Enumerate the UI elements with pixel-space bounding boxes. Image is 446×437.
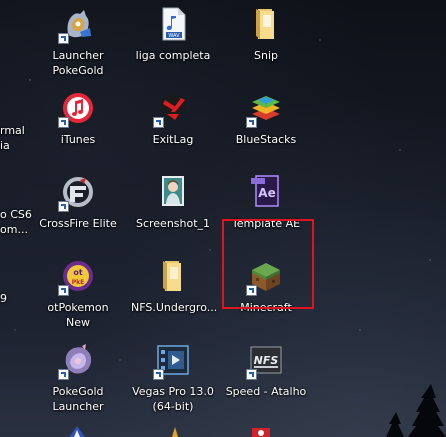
desktop-file-liga-completa[interactable]: WAV liga completa [131, 6, 215, 63]
wallpaper-tree-silhouette [386, 384, 446, 437]
after-effects-icon: Ae [248, 174, 284, 210]
shortcut-arrow-icon [153, 117, 164, 128]
desktop-shortcut-launcher-pokegold[interactable]: Launcher PokeGold [36, 6, 120, 78]
desktop-item-label: NFS.Undergro... [131, 301, 218, 314]
otpokemon-icon: ot PkE [58, 258, 96, 296]
svg-text:PkE: PkE [72, 279, 85, 286]
desktop-item-label: PokeGold Launcher [52, 385, 104, 413]
crossfire-icon [58, 174, 96, 212]
desktop-shortcut-vegas-pro[interactable]: Vegas Pro 13.0 (64-bit) [131, 342, 215, 414]
itunes-icon [58, 90, 96, 128]
desktop-item-label: Vegas Pro 13.0 (64-bit) [132, 385, 214, 413]
desktop-item-label: BlueStacks [235, 133, 297, 146]
nfs-icon: NFS [246, 342, 284, 380]
exitlag-icon [153, 90, 191, 128]
shortcut-arrow-icon [58, 369, 69, 380]
desktop-shortcut-pokegold-launcher[interactable]: PokeGold Launcher [36, 342, 120, 414]
shortcut-arrow-icon [246, 117, 257, 128]
desktop-item-label: Launcher PokeGold [52, 49, 104, 77]
desktop-folder-nfs-underground[interactable]: NFS.Undergro... [131, 258, 218, 315]
svg-text:NFS: NFS [254, 354, 279, 367]
partial-next-row-icon[interactable] [66, 424, 88, 437]
minecraft-selection-highlight [222, 219, 314, 309]
desktop-shortcut-crossfire-elite[interactable]: CrossFire Elite [36, 174, 120, 231]
desktop-item-label: liga completa [135, 49, 211, 62]
desktop-shortcut-bluestacks[interactable]: BlueStacks [224, 90, 308, 147]
desktop-shortcut-otpokemon-new[interactable]: ot PkE otPokemon New [36, 258, 120, 330]
offscreen-item-label[interactable]: rmal ia [0, 123, 25, 153]
desktop-shortcut-itunes[interactable]: iTunes [36, 90, 120, 147]
offscreen-item-label[interactable]: o CS6 om... [0, 207, 32, 237]
shortcut-arrow-icon [58, 201, 69, 212]
image-file-icon [155, 174, 191, 210]
offscreen-item-label[interactable]: 9 [0, 291, 7, 306]
wav-file-icon: WAV [155, 6, 191, 42]
partial-next-row-icon[interactable] [164, 424, 186, 437]
desktop-folder-snip[interactable]: Snip [224, 6, 308, 63]
partial-next-row-icon[interactable] [250, 424, 272, 437]
svg-text:ot: ot [73, 268, 82, 277]
folder-icon [248, 6, 284, 42]
shortcut-arrow-icon [153, 369, 164, 380]
pokegold-launcher-icon [58, 342, 96, 380]
pokegold-launcher-icon [58, 6, 96, 44]
desktop-file-screenshot-1[interactable]: Screenshot_1 [131, 174, 215, 231]
desktop-item-label: otPokemon New [47, 301, 109, 329]
folder-icon [155, 258, 191, 294]
bluestacks-icon [246, 90, 284, 128]
shortcut-arrow-icon [58, 117, 69, 128]
svg-text:Ae: Ae [258, 186, 275, 200]
svg-text:WAV: WAV [168, 33, 180, 39]
shortcut-arrow-icon [58, 285, 69, 296]
desktop-item-label: Speed - Atalho [225, 385, 307, 398]
vegas-pro-icon [153, 342, 191, 380]
desktop-shortcut-speed-atalho[interactable]: NFS Speed - Atalho [224, 342, 308, 399]
desktop-item-label: iTunes [60, 133, 96, 146]
desktop-shortcut-exitlag[interactable]: ExitLag [131, 90, 215, 147]
desktop-item-label: Screenshot_1 [135, 217, 211, 230]
desktop-item-label: ExitLag [152, 133, 194, 146]
desktop-item-label: CrossFire Elite [39, 217, 117, 230]
shortcut-arrow-icon [246, 369, 257, 380]
desktop-item-label: Snip [254, 49, 278, 62]
shortcut-arrow-icon [58, 33, 69, 44]
